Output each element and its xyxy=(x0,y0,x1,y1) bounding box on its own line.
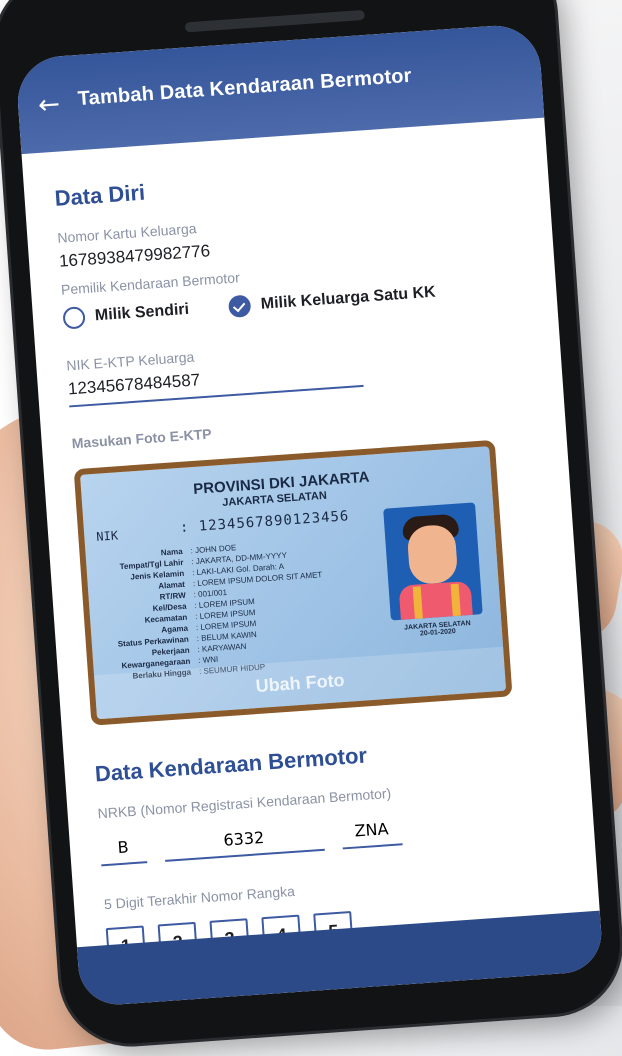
radio-label: Milik Sendiri xyxy=(94,300,190,325)
nrkb-prefix-input[interactable]: B xyxy=(99,836,148,867)
ektp-card[interactable]: PROVINSI DKI JAKARTA JAKARTA SELATAN NIK… xyxy=(73,439,513,726)
form-content: Data Diri Nomor Kartu Keluarga 167893847… xyxy=(22,118,604,996)
nrkb-number-input[interactable]: 6332 xyxy=(163,823,325,862)
app-title: Tambah Data Kendaraan Bermotor xyxy=(77,64,413,111)
ktp-sign: JAKARTA SELATAN 20-01-2020 xyxy=(391,619,484,639)
radio-unselected-icon xyxy=(62,306,86,330)
photo-face xyxy=(406,523,459,586)
phone: ← Tambah Data Kendaraan Bermotor Data Di… xyxy=(0,0,622,1049)
arrow-left-icon[interactable]: ← xyxy=(37,89,65,120)
radio-label: Milik Keluarga Satu KK xyxy=(260,283,437,313)
radio-selected-icon xyxy=(228,294,252,319)
ktp-photo xyxy=(383,502,483,621)
nrkb-suffix-input[interactable]: ZNA xyxy=(340,818,403,850)
radio-milik-keluarga[interactable]: Milik Keluarga Satu KK xyxy=(228,282,437,319)
ktp-nik-key: NIK xyxy=(95,528,119,544)
ktp-nik-value: : 1234567890123456 xyxy=(179,508,350,536)
phone-screen: ← Tambah Data Kendaraan Bermotor Data Di… xyxy=(14,22,604,1008)
phone-speaker xyxy=(184,9,365,33)
photo-shirt xyxy=(398,580,474,621)
radio-milik-sendiri[interactable]: Milik Sendiri xyxy=(62,299,190,330)
